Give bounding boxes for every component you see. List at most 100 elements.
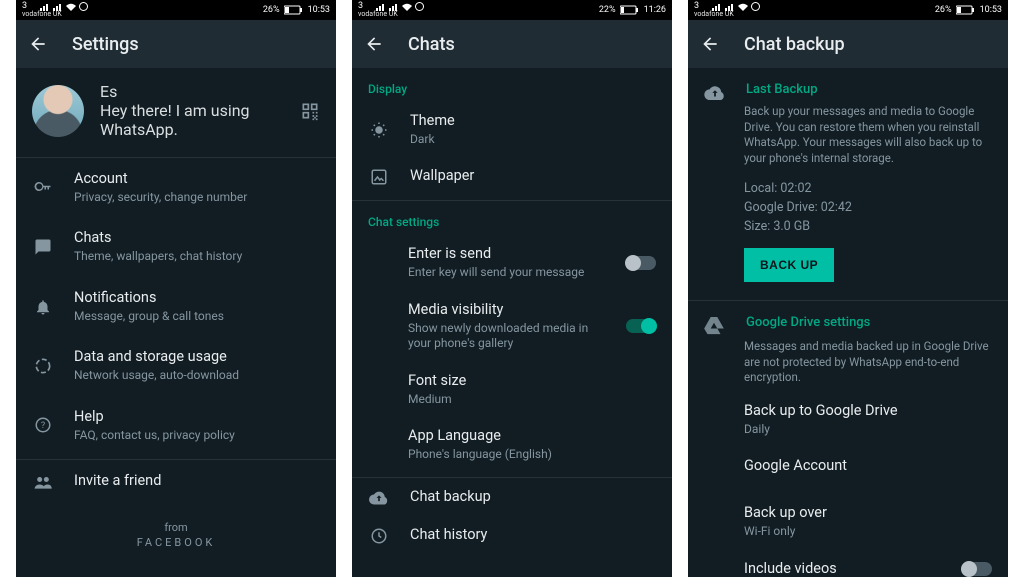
avatar [32, 85, 84, 137]
enter-label: Enter is send [408, 245, 606, 264]
settings-item-help[interactable]: ? HelpFAQ, contact us, privacy policy [16, 396, 336, 455]
qr-icon[interactable] [300, 101, 320, 121]
whatsapp-icon [79, 2, 88, 11]
whatsapp-icon [751, 2, 760, 11]
back-icon[interactable] [364, 34, 384, 54]
carrier-label: vodafone UK [22, 11, 88, 18]
wifi-icon [402, 3, 412, 11]
drive-icon [704, 317, 726, 335]
svg-text:?: ? [41, 421, 45, 431]
carrier-label: vodafone UK [694, 11, 760, 18]
last-backup-head: Last Backup [746, 82, 992, 97]
help-icon: ? [32, 416, 54, 434]
backup-over-label: Back up over [744, 504, 992, 523]
status-bar: 3 vodafone UK 26% 10:53 [688, 0, 1008, 20]
media-visibility-row[interactable]: Media visibilityShow newly downloaded me… [352, 291, 672, 362]
back-icon[interactable] [700, 34, 720, 54]
carrier-label: vodafone UK [358, 11, 424, 18]
font-value: Medium [408, 392, 656, 408]
last-backup-desc: Back up your messages and media to Googl… [688, 104, 1008, 166]
clock: 10:53 [980, 5, 1002, 15]
wifi-icon [738, 3, 748, 11]
clock: 10:53 [308, 5, 330, 15]
media-sub: Show newly downloaded media in your phon… [408, 321, 606, 352]
wallpaper-row[interactable]: Wallpaper [352, 157, 672, 196]
backup-label: Chat backup [410, 488, 656, 507]
google-account-label: Google Account [744, 457, 992, 476]
status-bar: 3 vodafone UK 22% 11:26 [352, 0, 672, 20]
backup-to-row[interactable]: Back up to Google DriveDaily [688, 392, 1008, 447]
wifi-icon [66, 3, 76, 11]
enter-toggle[interactable] [626, 256, 656, 270]
key-icon [32, 179, 54, 197]
google-account-row[interactable]: Google Account [688, 447, 1008, 486]
clock: 11:26 [644, 5, 666, 15]
videos-toggle[interactable] [962, 562, 992, 576]
font-size-row[interactable]: Font sizeMedium [352, 362, 672, 417]
history-label: Chat history [410, 526, 656, 545]
settings-item-chats[interactable]: ChatsTheme, wallpapers, chat history [16, 217, 336, 276]
size-line: Size: 3.0 GB [744, 218, 992, 237]
app-language-row[interactable]: App LanguagePhone's language (English) [352, 417, 672, 472]
media-toggle[interactable] [626, 319, 656, 333]
battery-icon [620, 5, 640, 15]
backup-to-label: Back up to Google Drive [744, 402, 992, 421]
profile-name: Es [100, 82, 284, 101]
back-icon[interactable] [28, 34, 48, 54]
gdrive-line: Google Drive: 02:42 [744, 199, 992, 218]
app-bar: Settings [16, 20, 336, 68]
item-sub: Network usage, auto-download [74, 368, 320, 384]
lang-label: App Language [408, 427, 656, 446]
gdrive-desc: Messages and media backed up in Google D… [688, 339, 1008, 386]
item-label: Data and storage usage [74, 348, 320, 367]
battery-icon [956, 5, 976, 15]
item-sub: Privacy, security, change number [74, 190, 320, 206]
gdrive-section: Google Drive settings [688, 301, 1008, 339]
status-bar: 3 vodafone UK 26% 10:53 [16, 0, 336, 20]
cloud-up-icon [368, 489, 390, 505]
from-label: from [16, 521, 336, 534]
page-title: Chats [408, 34, 455, 55]
font-label: Font size [408, 372, 656, 391]
settings-item-notifications[interactable]: NotificationsMessage, group & call tones [16, 277, 336, 336]
enter-send-row[interactable]: Enter is sendEnter key will send your me… [352, 235, 672, 290]
app-bar: Chats [352, 20, 672, 68]
settings-item-account[interactable]: AccountPrivacy, security, change number [16, 158, 336, 217]
backup-to-value: Daily [744, 422, 992, 438]
item-sub: FAQ, contact us, privacy policy [74, 428, 320, 444]
gdrive-head: Google Drive settings [746, 315, 992, 330]
backup-over-value: Wi-Fi only [744, 524, 992, 540]
item-sub: Message, group & call tones [74, 309, 320, 325]
backup-button[interactable]: BACK UP [744, 248, 834, 282]
page-title: Settings [72, 34, 139, 55]
theme-label: Theme [410, 112, 656, 131]
profile-status: Hey there! I am using WhatsApp. [100, 101, 284, 139]
wallpaper-label: Wallpaper [410, 167, 656, 186]
enter-sub: Enter key will send your message [408, 265, 606, 281]
lang-value: Phone's language (English) [408, 447, 656, 463]
theme-row[interactable]: ThemeDark [352, 102, 672, 157]
profile-row[interactable]: Es Hey there! I am using WhatsApp. [16, 68, 336, 153]
data-icon [32, 356, 54, 376]
item-label: Notifications [74, 289, 320, 308]
chat-backup-row[interactable]: Chat backup [352, 478, 672, 517]
chat-icon [32, 238, 54, 256]
section-chat-settings: Chat settings [352, 201, 672, 235]
settings-item-invite[interactable]: Invite a friend [16, 460, 336, 503]
chat-history-row[interactable]: Chat history [352, 516, 672, 555]
item-sub: Theme, wallpapers, chat history [74, 249, 320, 265]
item-label: Help [74, 408, 320, 427]
screen-backup: 3 vodafone UK 26% 10:53 Chat backup Last… [688, 0, 1008, 577]
screen-settings: 3 vodafone UK 26% 10:53 Settings Es [16, 0, 336, 577]
battery-icon [284, 5, 304, 15]
screen-chats: 3 vodafone UK 22% 11:26 Chats Display Th… [352, 0, 672, 577]
settings-item-data[interactable]: Data and storage usageNetwork usage, aut… [16, 336, 336, 395]
backup-over-row[interactable]: Back up overWi-Fi only [688, 494, 1008, 549]
wallpaper-icon [368, 168, 390, 186]
include-videos-row[interactable]: Include videos [688, 550, 1008, 577]
theme-value: Dark [410, 132, 656, 148]
item-label: Invite a friend [74, 472, 320, 491]
facebook-label: FACEBOOK [16, 536, 336, 549]
app-bar: Chat backup [688, 20, 1008, 68]
media-label: Media visibility [408, 301, 606, 320]
